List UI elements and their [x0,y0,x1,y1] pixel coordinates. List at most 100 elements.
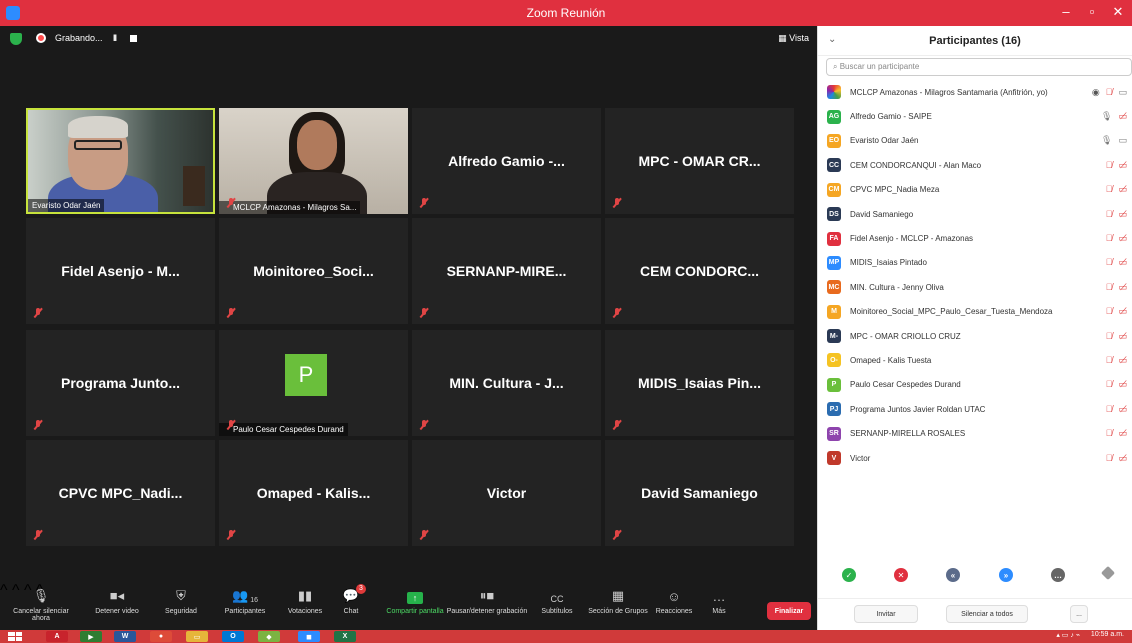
video-tile[interactable]: MPC - OMAR CR... [605,108,794,214]
clear-icon[interactable] [1100,565,1116,581]
muted-mic-icon[interactable]: 🎙̸ [1106,160,1113,171]
participant-row[interactable]: O- Omaped - Kalis Tuesta 🎙̸ ▭̸ [818,348,1132,372]
muted-mic-icon [419,198,429,208]
video-tile[interactable]: SERNANP-MIRE... [412,218,601,324]
video-tile[interactable]: Programa Junto... [26,330,215,436]
end-meeting-button[interactable]: Finalizar [767,602,811,620]
camera-off-icon: ▭̸ [1118,330,1127,341]
tile-participant-name: MIDIS_Isaias Pin... [638,375,761,391]
video-tile[interactable]: MIN. Cultura - J... [412,330,601,436]
video-tile[interactable]: Omaped - Kalis... [219,440,408,546]
muted-mic-icon[interactable]: 🎙̸ [1106,453,1113,464]
participant-row[interactable]: CM CPVC MPC_Nadia Meza 🎙̸ ▭̸ [818,178,1132,202]
stop-recording-icon[interactable] [130,35,137,42]
camera-off-icon: ▭̸ [1118,184,1127,195]
more-reactions-icon[interactable]: … [1051,568,1065,582]
muted-mic-icon[interactable]: 🎙̸ [1106,282,1113,293]
faster-icon[interactable]: » [999,568,1013,582]
view-button[interactable]: ▦ Vista [778,33,809,44]
video-tile[interactable]: Moinitoreo_Soci... [219,218,408,324]
mic-icon[interactable]: 🎙 [1101,111,1112,122]
windows-start-icon[interactable] [8,632,22,641]
video-tile[interactable]: Evaristo Odar Jaén [26,108,215,214]
muted-mic-icon[interactable]: 🎙̸ [1106,184,1113,195]
video-tile[interactable]: MIDIS_Isaias Pin... [605,330,794,436]
video-tile[interactable]: David Samaniego [605,440,794,546]
maximize-icon[interactable]: ▫ [1084,4,1100,20]
muted-mic-icon[interactable]: 🎙̸ [1106,233,1113,244]
share-screen-button[interactable]: ↑ Compartir pantalla [374,586,456,615]
search-placeholder: Buscar un participante [839,62,920,71]
muted-mic-icon[interactable]: 🎙̸ [1106,257,1113,268]
recording-control-button[interactable]: ⏸■ Pausar/detener grabación [446,586,528,615]
muted-mic-icon[interactable]: 🎙̸ [1106,306,1113,317]
participant-search-input[interactable]: ⌕ Buscar un participante [826,58,1132,76]
muted-mic-icon[interactable]: 🎙̸ [1106,404,1113,415]
participant-row[interactable]: V Victor 🎙̸ ▭̸ [818,446,1132,470]
word-app-icon[interactable]: W [114,631,136,642]
video-tile[interactable]: CPVC MPC_Nadi... [26,440,215,546]
chat-label: Chat [343,608,359,615]
video-tile[interactable]: Alfredo Gamio -... [412,108,601,214]
participant-row[interactable]: FA Fidel Asenjo - MCLCP - Amazonas 🎙̸ ▭̸ [818,226,1132,250]
pdf-app-icon[interactable]: A [46,631,68,642]
folder-app-icon[interactable]: ▭ [186,631,208,642]
muted-mic-icon[interactable]: 🎙̸ [1106,428,1113,439]
security-shield-icon[interactable] [10,33,22,45]
muted-mic-icon [612,420,622,430]
image-app-icon[interactable]: ◆ [258,631,280,642]
muted-mic-icon[interactable]: 🎙̸ [1106,87,1113,98]
slower-icon[interactable]: « [946,568,960,582]
mute-button[interactable]: 🎙 Cancelar silenciar ahora [6,586,76,622]
participant-row[interactable]: MP MIDIS_Isaias Pintado 🎙̸ ▭̸ [818,251,1132,275]
system-tray: ▴ ▭ ♪ ⌁ [1056,632,1080,639]
participant-row[interactable]: DS David Samaniego 🎙̸ ▭̸ [818,202,1132,226]
share-label: Compartir pantalla [386,608,444,615]
muted-mic-icon[interactable]: 🎙̸ [1106,379,1113,390]
muted-mic-icon[interactable]: 🎙̸ [1106,331,1113,342]
camera-off-icon: ▭̸ [1118,306,1127,317]
participant-status-icons: 🎙̸ ▭̸ [1106,404,1127,415]
participant-row[interactable]: CC CEM CONDORCANQUI - Alan Maco 🎙̸ ▭̸ [818,153,1132,177]
recording-label: Grabando... [55,33,103,43]
tile-participant-name: Victor [486,485,527,501]
pause-recording-icon[interactable]: II [113,33,117,43]
check-icon[interactable]: ✓ [842,568,856,582]
zoom-taskbar-icon[interactable]: ◼ [298,631,320,642]
panel-more-button[interactable]: ... [1070,605,1088,623]
video-button[interactable]: ■◂ Detener video [82,586,152,615]
video-tile[interactable]: MCLCP Amazonas - Milagros Sa... [219,108,408,214]
video-tile[interactable]: P Paulo Cesar Cespedes Durand [219,330,408,436]
muted-mic-icon[interactable]: 🎙̸ [1106,355,1113,366]
more-dots-icon: … [712,589,726,604]
participant-status-icons: 🎙 ▭̸ [1101,111,1127,122]
x-icon[interactable]: ✕ [894,568,908,582]
chrome-app-icon[interactable]: ● [150,631,172,642]
participant-row[interactable]: SR SERNANP-MIRELLA ROSALES 🎙̸ ▭̸ [818,421,1132,445]
video-tile[interactable]: CEM CONDORC... [605,218,794,324]
excel-app-icon[interactable]: X [334,631,356,642]
outlook-app-icon[interactable]: O [222,631,244,642]
muted-mic-icon[interactable]: 🎙̸ [1106,209,1113,220]
invite-button[interactable]: Invitar [854,605,918,623]
media-app-icon[interactable]: ▶ [80,631,102,642]
close-icon[interactable]: ✕ [1110,4,1126,20]
chevron-down-icon[interactable]: ⌄ [828,34,836,45]
video-tile[interactable]: Fidel Asenjo - M... [26,218,215,324]
mic-icon[interactable]: 🎙 [1101,135,1112,146]
participant-row[interactable]: P Paulo Cesar Cespedes Durand 🎙̸ ▭̸ [818,373,1132,397]
video-tile[interactable]: Victor [412,440,601,546]
camera-icon: ▭ [1118,135,1127,146]
participant-row[interactable]: EO Evaristo Odar Jaén 🎙 ▭ [818,129,1132,153]
security-button[interactable]: ⛨ Seguridad [146,586,216,615]
participant-row[interactable]: AG Alfredo Gamio - SAIPE 🎙 ▭̸ [818,104,1132,128]
participant-row[interactable]: PJ Programa Juntos Javier Roldan UTAC 🎙̸ ▭̸ [818,397,1132,421]
mute-all-button[interactable]: Silenciar a todos [946,605,1028,623]
subtitles-label: Subtítulos [541,608,573,615]
participant-row[interactable]: MCLCP Amazonas - Milagros Santamaria (An… [818,80,1132,104]
participant-row[interactable]: M- MPC - OMAR CRIOLLO CRUZ 🎙̸ ▭̸ [818,324,1132,348]
participant-row[interactable]: M Moinitoreo_Social_MPC_Paulo_Cesar_Tuest… [818,300,1132,324]
minimize-icon[interactable]: – [1058,4,1074,20]
participant-row[interactable]: MC MIN. Cultura - Jenny Oliva 🎙̸ ▭̸ [818,275,1132,299]
more-button[interactable]: … Más [684,586,754,615]
